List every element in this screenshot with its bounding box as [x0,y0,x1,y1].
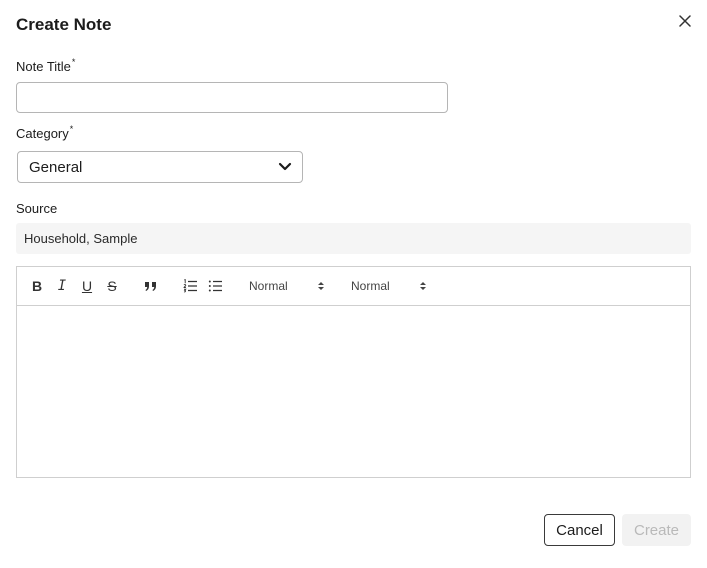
header-select-value: Normal [249,279,288,293]
required-marker: * [71,57,76,67]
category-select[interactable]: General [17,151,303,183]
select-arrows-icon [318,282,324,290]
editor-content-area[interactable] [17,306,690,477]
source-label: Source [16,201,58,216]
blockquote-icon [145,282,156,291]
close-button[interactable] [676,12,694,30]
close-icon [679,15,691,27]
source-value: Household, Sample [16,223,691,254]
note-title-input[interactable] [16,82,448,113]
dialog-title: Create Note [16,15,112,34]
create-button[interactable]: Create [622,514,691,546]
select-arrows-icon [420,282,426,290]
ordered-list-button[interactable] [182,276,198,296]
chevron-down-icon [278,162,292,171]
required-marker: * [69,124,74,134]
size-select-value: Normal [351,279,390,293]
italic-button[interactable]: I [55,276,69,296]
editor-toolbar: B I U S Normal Normal [17,267,690,306]
bullet-list-button[interactable] [207,276,223,296]
category-label: Category* [16,124,74,141]
create-note-dialog: Create Note Note Title* Category* Genera… [0,0,707,568]
category-selected-value: General [29,158,83,176]
rich-text-editor: B I U S Normal Normal [16,266,691,478]
underline-button[interactable]: U [80,276,94,296]
header-select[interactable]: Normal [249,277,329,295]
size-select[interactable]: Normal [351,277,431,295]
blockquote-button[interactable] [143,276,159,296]
bullet-list-icon [208,280,222,292]
note-title-label: Note Title* [16,57,76,74]
ordered-list-icon [182,279,197,293]
bold-button[interactable]: B [30,276,44,296]
cancel-button[interactable]: Cancel [544,514,615,546]
strike-button[interactable]: S [105,276,119,296]
